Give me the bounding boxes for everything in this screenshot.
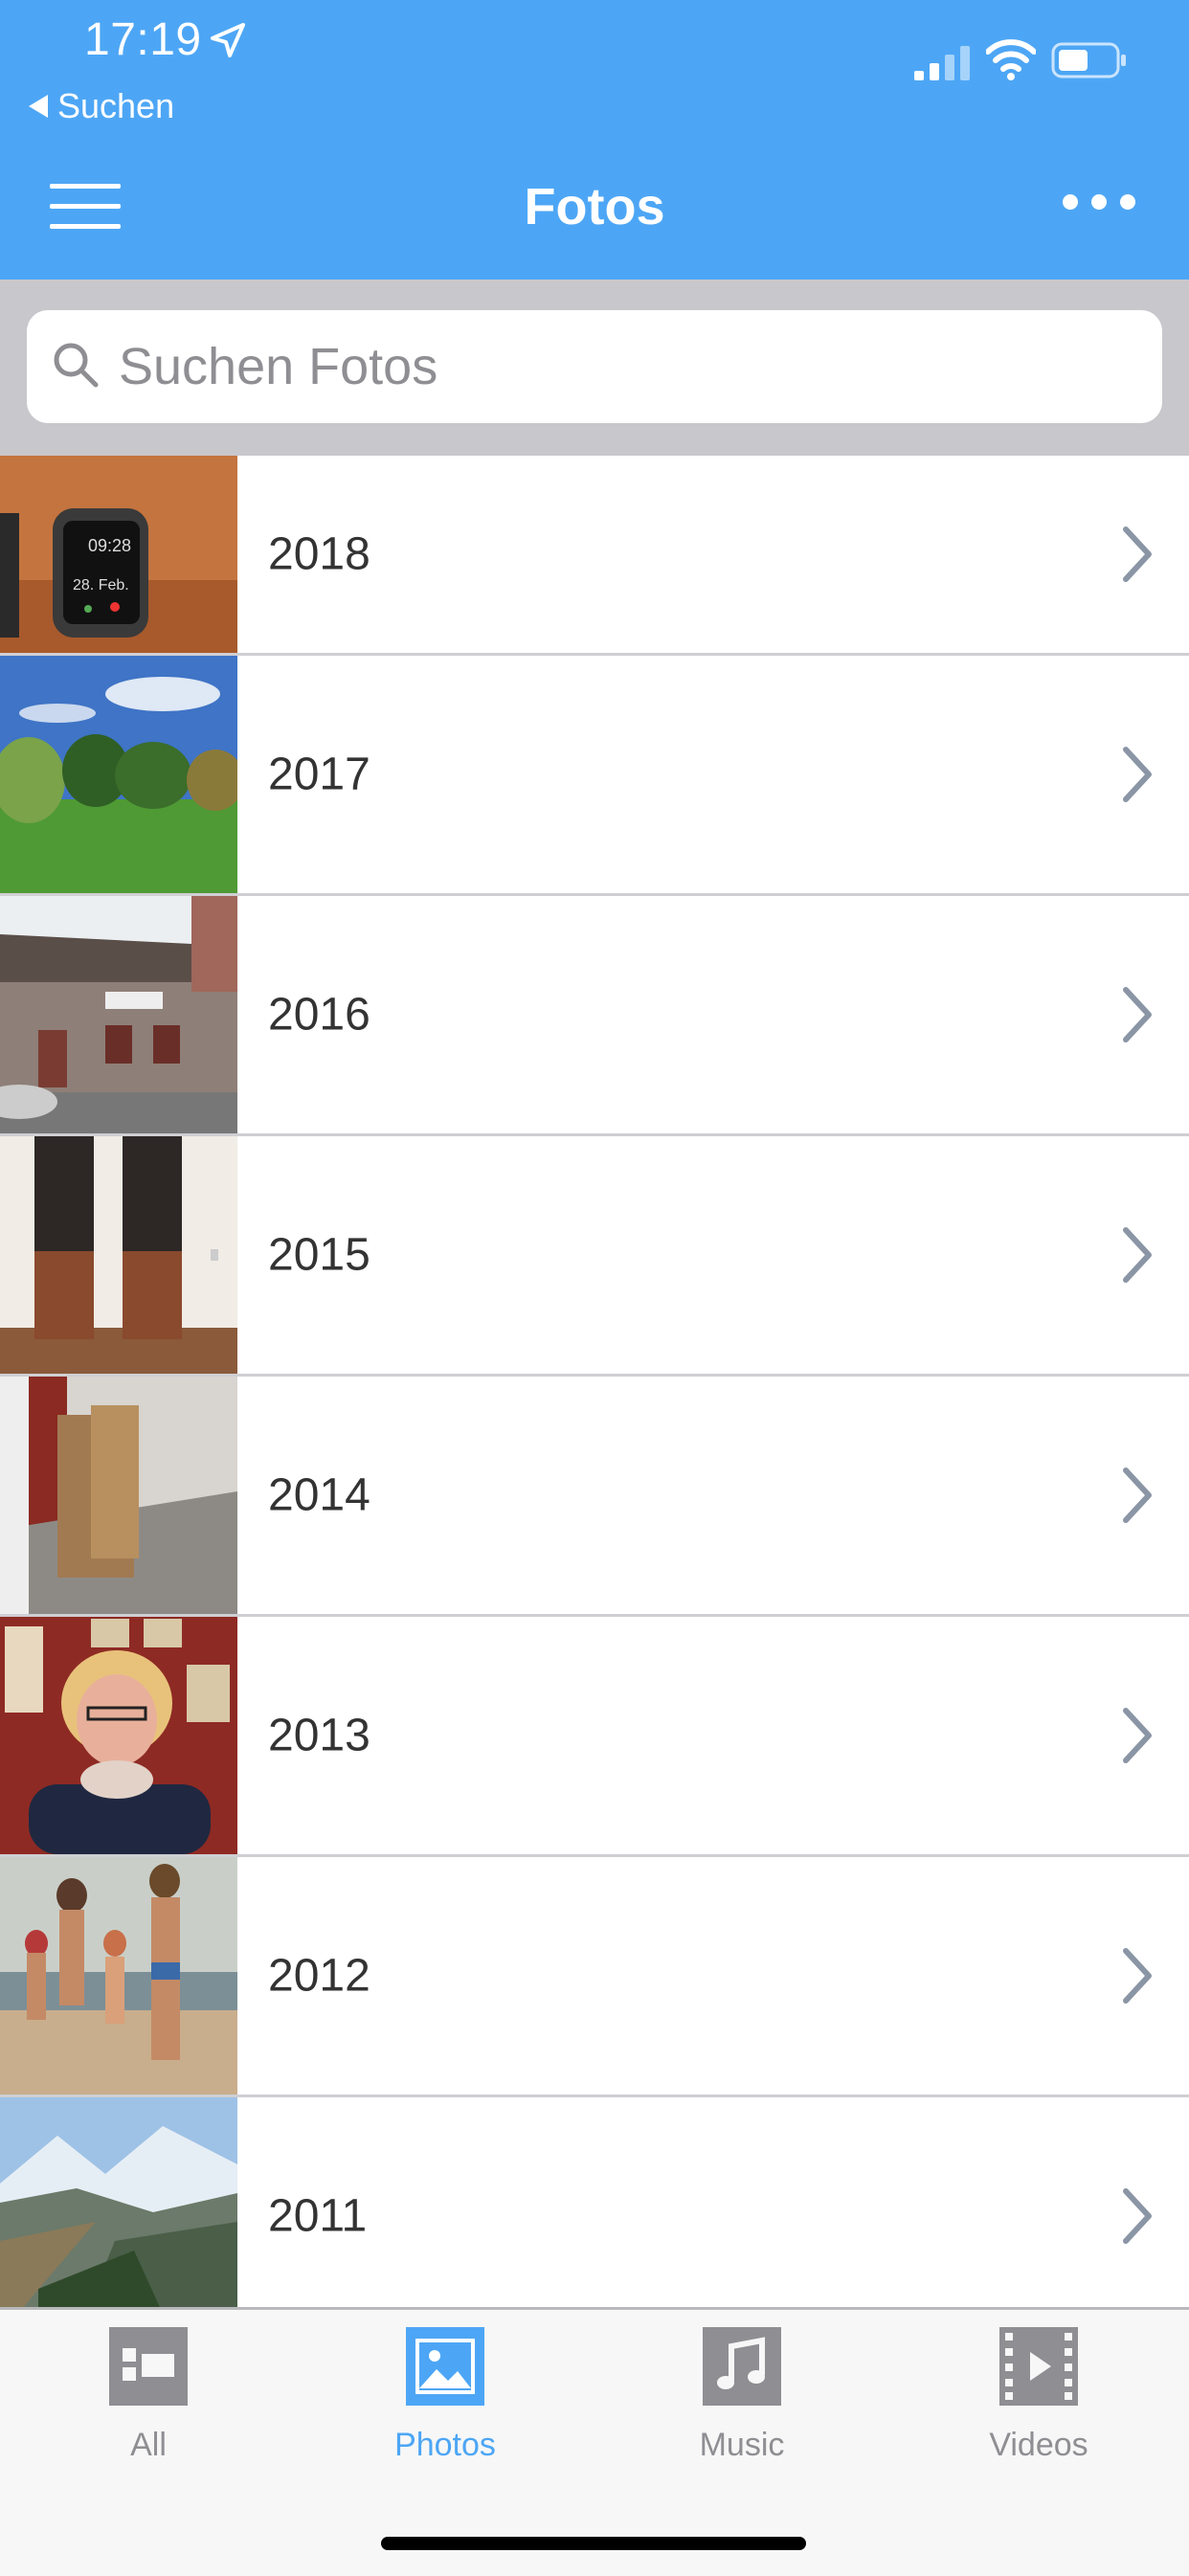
chevron-right-icon (1123, 747, 1152, 802)
music-note-icon (703, 2327, 781, 2406)
year-label: 2017 (268, 749, 370, 800)
wifi-icon (986, 39, 1036, 80)
tab-bar: All Photos Music Videos (0, 2307, 1189, 2576)
search-icon (54, 343, 99, 388)
woman-portrait-photo (0, 1617, 237, 1854)
status-time: 17:19 (84, 14, 202, 65)
cellular-signal-icon (914, 46, 970, 80)
year-label: 2016 (268, 989, 370, 1041)
list-item[interactable]: 2017 (0, 656, 1189, 896)
speakers-photo (0, 1136, 237, 1374)
chevron-right-icon (1123, 1948, 1152, 2004)
location-arrow-icon (211, 23, 245, 57)
year-label: 2012 (268, 1950, 370, 2002)
chevron-right-icon (1123, 2188, 1152, 2244)
search-bar (0, 280, 1189, 456)
mountain-valley-photo (0, 2097, 237, 2335)
year-label: 2013 (268, 1710, 370, 1761)
list-item[interactable]: 2013 (0, 1617, 1189, 1857)
svg-text:28. Feb.: 28. Feb. (73, 577, 129, 594)
grid-icon (109, 2327, 188, 2406)
list-item[interactable]: 2015 (0, 1136, 1189, 1377)
search-field[interactable] (27, 310, 1162, 423)
navigation-header: 17:19 Suchen Fotos (0, 0, 1189, 280)
tab-label: Music (699, 2427, 785, 2463)
boxes-room-photo (0, 1377, 237, 1614)
list-item[interactable]: 2016 (0, 896, 1189, 1136)
chevron-right-icon (1123, 987, 1152, 1042)
family-beach-photo (0, 1857, 237, 2094)
home-indicator[interactable] (381, 2537, 806, 2550)
tab-label: All (130, 2427, 167, 2463)
list-item[interactable]: 2014 (0, 1377, 1189, 1617)
battery-icon (1051, 42, 1126, 78)
list-item[interactable]: 2012 (0, 1857, 1189, 2097)
film-icon (999, 2327, 1078, 2406)
page-title: Fotos (524, 178, 665, 235)
tab-label: Photos (394, 2427, 496, 2463)
tab-all[interactable]: All (0, 2327, 297, 2464)
year-label: 2015 (268, 1229, 370, 1281)
svg-text:09:28: 09:28 (88, 536, 131, 555)
tab-photos[interactable]: Photos (297, 2327, 594, 2464)
year-list: 09:28 28. Feb. 2018 2017 2016 2015 2014 … (0, 456, 1189, 2338)
chevron-right-icon (1123, 1467, 1152, 1523)
year-label: 2014 (268, 1469, 370, 1521)
back-arrow-icon (29, 95, 48, 118)
more-options-icon[interactable] (1063, 194, 1135, 210)
apple-watch-photo: 09:28 28. Feb. (0, 456, 237, 653)
photo-icon (406, 2327, 484, 2406)
park-trees-photo (0, 656, 237, 893)
tab-label: Videos (989, 2427, 1088, 2463)
year-label: 2018 (268, 528, 370, 580)
tab-videos[interactable]: Videos (890, 2327, 1187, 2464)
search-input[interactable] (119, 310, 1133, 423)
chevron-right-icon (1123, 1708, 1152, 1763)
chevron-right-icon (1123, 1227, 1152, 1283)
back-label: Suchen (57, 86, 175, 125)
tab-music[interactable]: Music (594, 2327, 890, 2464)
list-item[interactable]: 09:28 28. Feb. 2018 (0, 456, 1189, 656)
chevron-right-icon (1123, 526, 1152, 582)
list-item[interactable]: 2011 (0, 2097, 1189, 2338)
year-label: 2011 (268, 2190, 368, 2242)
old-building-photo (0, 896, 237, 1133)
back-link[interactable]: Suchen (29, 86, 174, 126)
